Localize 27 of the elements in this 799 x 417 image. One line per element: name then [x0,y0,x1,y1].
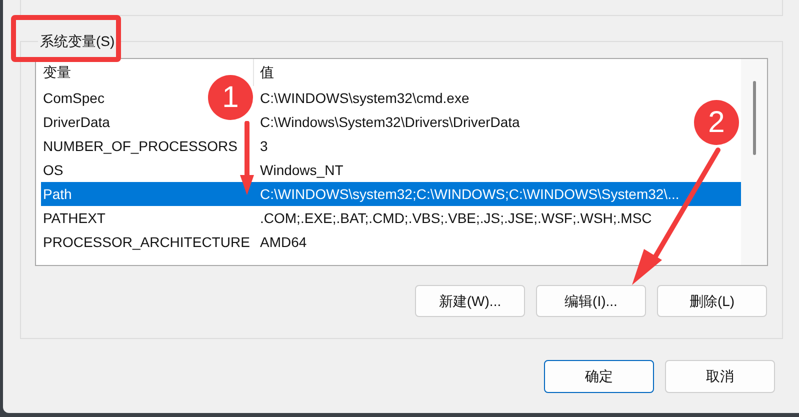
variable-name: PROCESSOR_ARCHITECTURE [43,234,250,250]
column-header[interactable]: 变量 [43,62,71,83]
ok-button[interactable]: 确定 [544,360,654,393]
scrollbar-thumb[interactable] [752,81,756,155]
variable-name: DriverData [43,114,110,130]
variable-value: 3 [260,136,268,156]
variable-value: .COM;.EXE;.BAT;.CMD;.VBS;.VBE;.JS;.JSE;.WSF;.WSH;.MSC [260,208,652,228]
variable-value: C:\Windows\System32\Drivers\DriverData [260,112,520,132]
variable-value: AMD64 [260,232,307,252]
variable-name: NUMBER_OF_PROCESSORS [43,138,238,154]
group-title: 系统变量(S) [39,32,116,51]
arrow-icon [240,121,254,195]
variable-name: Path [43,186,72,202]
action-button[interactable]: 编辑(I)... [536,285,646,317]
variable-name: PATHEXT [43,210,106,226]
variable-name: ComSpec [43,90,104,106]
action-button[interactable]: 新建(W)... [415,285,525,317]
scrollbar[interactable] [741,59,767,265]
variable-value: C:\WINDOWS\system32;C:\WINDOWS;C:\WINDOWS\System32\... [260,184,680,204]
column-header[interactable]: 值 [254,62,274,83]
cancel-button[interactable]: 取消 [665,360,775,393]
variable-value: Windows_NT [260,160,344,180]
variable-value: C:\WINDOWS\system32\cmd.exe [260,88,470,108]
action-button[interactable]: 删除(L) [657,285,767,317]
variable-table[interactable] [35,58,768,266]
variable-name: OS [43,162,64,178]
selected-row[interactable]: Path C:\WINDOWS\system32;C:\WINDOWS;C:\WINDOWS\System32\... [41,182,741,206]
